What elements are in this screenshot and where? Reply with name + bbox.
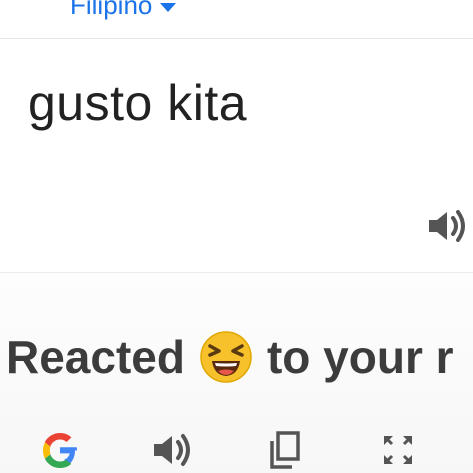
fullscreen-icon [384,436,412,464]
listen-translation-button[interactable] [150,428,194,472]
bottom-toolbar [0,420,473,473]
google-logo-icon[interactable] [38,428,82,472]
language-bar: Filipino [0,0,473,32]
divider [0,38,473,39]
laughing-squinting-face-icon [200,331,252,383]
source-text[interactable]: gusto kita [28,74,247,132]
google-g-icon [43,433,77,468]
copy-button[interactable] [263,428,307,472]
copy-icon [270,431,300,469]
source-language-selector[interactable]: Filipino [70,0,177,20]
speaker-icon [154,434,190,466]
listen-source-speaker-icon[interactable] [425,206,469,246]
divider [0,272,473,273]
fullscreen-button[interactable] [376,428,420,472]
source-language-label: Filipino [70,0,153,20]
reaction-label-after: to your r [266,331,454,383]
reaction-label-before: Reacted [6,331,185,383]
translate-screen: Filipino gusto kita Reacted to your r [0,0,473,473]
caret-down-icon [160,2,177,12]
reaction-message: Reacted to your r [6,330,454,384]
